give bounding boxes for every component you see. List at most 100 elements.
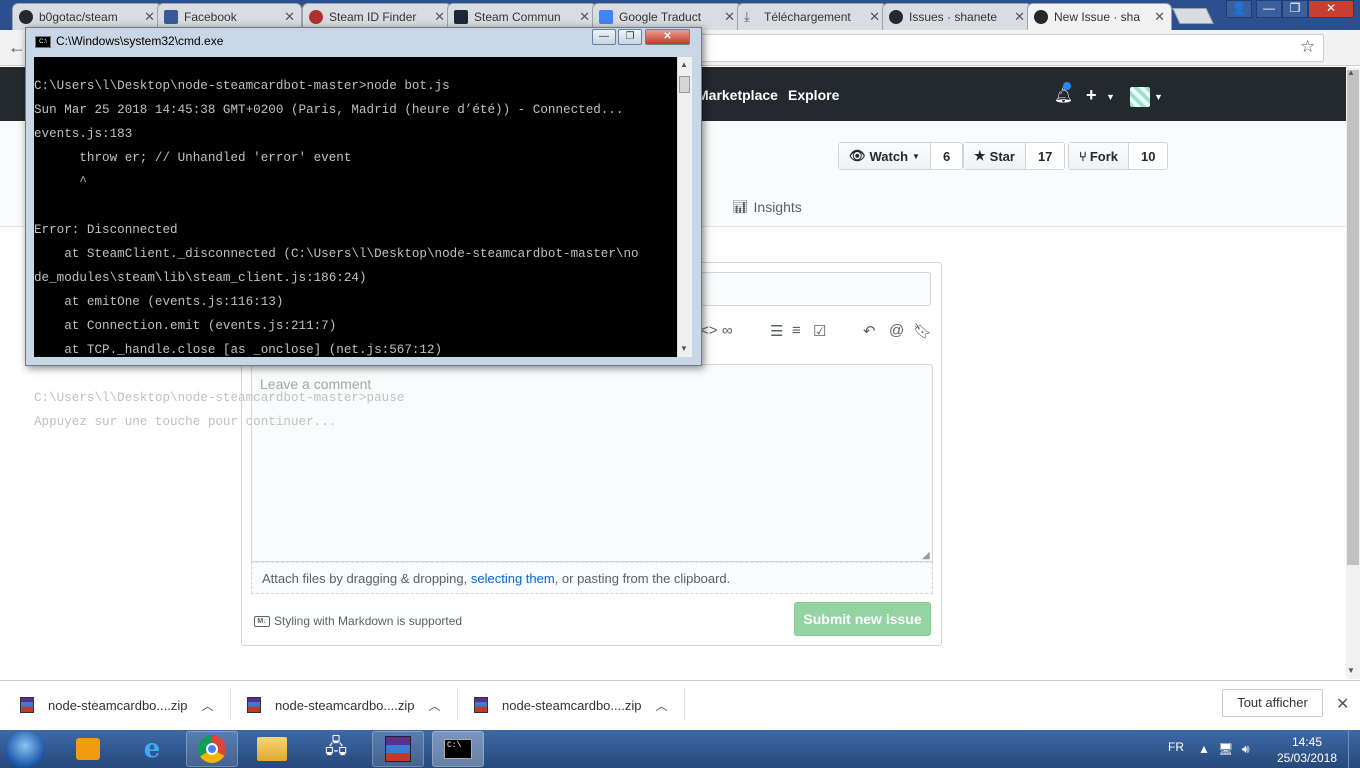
download-separator [230,688,231,720]
bookmark-star-icon[interactable]: ☆ [1300,37,1315,57]
minimize-button[interactable]: — [1256,0,1282,18]
user-profile-button[interactable]: 👤 [1226,0,1252,18]
link-icon[interactable]: ∞ [722,322,733,339]
cmd-line: Appuyez sur une touche pour continuer... [34,415,337,429]
clock[interactable]: 14:45 25/03/2018 [1272,734,1342,766]
close-window-button[interactable]: ✕ [1308,0,1354,18]
code-icon[interactable]: <> [700,322,718,339]
scroll-down-icon[interactable]: ▼ [680,344,688,353]
fork-button[interactable]: ⑂ Fork [1069,143,1129,169]
watch-button[interactable]: 👁︎ Watch ▼ [839,143,931,169]
tab-label: Facebook [184,10,237,24]
cmd-line: C:\Users\l\Desktop\node-steamcardbot-mas… [34,79,450,93]
show-all-downloads-button[interactable]: Tout afficher [1222,689,1323,717]
close-icon[interactable]: ✕ [579,9,590,25]
close-icon[interactable]: ✕ [1014,9,1025,25]
show-desktop-button[interactable] [1348,730,1360,768]
avatar[interactable] [1130,87,1150,107]
back-arrow-icon[interactable]: ← [8,37,26,58]
scroll-down-icon[interactable]: ▼ [1347,666,1355,675]
close-icon[interactable]: ✕ [724,9,735,25]
browser-tab[interactable]: ⤓ Téléchargement ✕ [737,3,887,30]
bookmark-icon[interactable]: 🔖︎ [913,322,932,340]
start-button[interactable] [5,731,45,768]
fork-count[interactable]: 10 [1129,143,1167,169]
create-new-icon[interactable]: + [1086,85,1097,106]
cmd-scrollbar-thumb[interactable] [679,76,690,93]
chevron-down-icon[interactable]: ▼ [1154,92,1163,102]
nav-marketplace[interactable]: Marketplace [697,87,778,103]
watch-count[interactable]: 6 [931,143,962,169]
submit-issue-button[interactable]: Submit new issue [794,602,931,636]
reply-icon[interactable]: ↶ [863,322,876,340]
nav-explore[interactable]: Explore [788,87,839,103]
network-status-icon[interactable]: 🖥︎ [1218,742,1233,756]
taskbar-explorer[interactable] [246,731,298,767]
resize-handle-icon[interactable]: ◢ [922,550,930,561]
markdown-note[interactable]: M↓ Styling with Markdown is supported [254,614,462,628]
task-list-icon[interactable]: ☑ [813,322,826,340]
close-icon[interactable]: ✕ [1336,694,1349,714]
chevron-up-icon[interactable]: ︿ [428,697,440,714]
clock-date: 25/03/2018 [1276,751,1338,765]
download-icon: ⤓ [744,9,750,24]
chevron-up-icon[interactable]: ︿ [655,697,667,714]
new-tab-button[interactable] [1172,8,1214,24]
browser-tab[interactable]: Issues · shanete ✕ [882,3,1032,30]
cmd-output: C:\Users\l\Desktop\node-steamcardbot-mas… [34,68,684,440]
bullet-list-icon[interactable]: ☰ [770,322,783,340]
numbered-list-icon[interactable]: ≡ [792,322,801,339]
mention-icon[interactable]: @ [889,322,904,339]
volume-icon[interactable]: 🔊︎ [1242,742,1250,757]
browser-tab[interactable]: Steam ID Finder ✕ [302,3,452,30]
chevron-up-icon[interactable]: ︿ [201,697,213,714]
attach-files-bar[interactable]: Attach files by dragging & dropping, sel… [251,562,933,594]
restore-button[interactable]: ❐ [1282,0,1308,18]
close-icon[interactable]: ✕ [284,9,295,25]
scroll-up-icon[interactable]: ▲ [1347,68,1355,77]
browser-tab[interactable]: Steam Commun ✕ [447,3,597,30]
taskbar-network[interactable]: 🖧︎ [310,731,362,767]
close-icon[interactable]: ✕ [1154,9,1165,25]
browser-tab[interactable]: Facebook ✕ [157,3,302,30]
cmd-scrollbar[interactable] [677,57,692,357]
download-item[interactable]: node-steamcardbo....zip ︿ [247,692,440,718]
browser-tab[interactable]: Google Traduct ✕ [592,3,742,30]
download-item[interactable]: node-steamcardbo....zip ︿ [20,692,213,718]
cmd-line: at Connection.emit (events.js:211:7) [34,319,337,333]
tab-insights[interactable]: 📊︎ Insights [732,199,802,215]
chevron-down-icon[interactable]: ▼ [1106,92,1115,102]
facebook-icon [164,10,178,24]
cmd-minimize-button[interactable]: — [592,29,616,45]
download-item[interactable]: node-steamcardbo....zip ︿ [474,692,667,718]
taskbar-chrome[interactable] [186,731,238,767]
network-icon: 🖧︎ [324,736,348,758]
taskbar-media-player[interactable] [62,731,114,767]
taskbar-internet-explorer[interactable]: e [126,731,178,767]
select-files-link[interactable]: selecting them [471,571,555,586]
close-icon[interactable]: ✕ [869,9,880,25]
scroll-up-icon[interactable]: ▲ [680,60,688,69]
star-button[interactable]: ★ Star [964,143,1026,169]
cmd-maximize-button[interactable]: ❐ [618,29,642,45]
taskbar-cmd[interactable]: C:\ [432,731,484,767]
folder-icon [257,737,287,761]
page-scrollbar-thumb[interactable] [1347,70,1359,565]
close-icon[interactable]: ✕ [434,9,445,25]
browser-tab[interactable]: b0gotac/steam ✕ [12,3,162,30]
language-indicator[interactable]: FR [1168,740,1184,754]
show-hidden-icons-icon[interactable]: ▲ [1198,742,1210,756]
github-icon [19,10,33,24]
tab-label: New Issue · sha [1054,10,1141,24]
issue-title-input[interactable] [697,272,931,306]
cmd-close-button[interactable]: ✕ [645,29,690,45]
cmd-line: at SteamClient._disconnected (C:\Users\l… [34,247,639,261]
close-icon[interactable]: ✕ [144,9,155,25]
cmd-line [34,200,684,212]
star-count[interactable]: 17 [1026,143,1064,169]
browser-tab-active[interactable]: New Issue · sha ✕ [1027,3,1172,30]
taskbar-winrar[interactable] [372,731,424,767]
attach-suffix: , or pasting from the clipboard. [554,571,731,586]
media-player-icon [76,738,100,760]
winrar-archive-icon [20,697,34,713]
